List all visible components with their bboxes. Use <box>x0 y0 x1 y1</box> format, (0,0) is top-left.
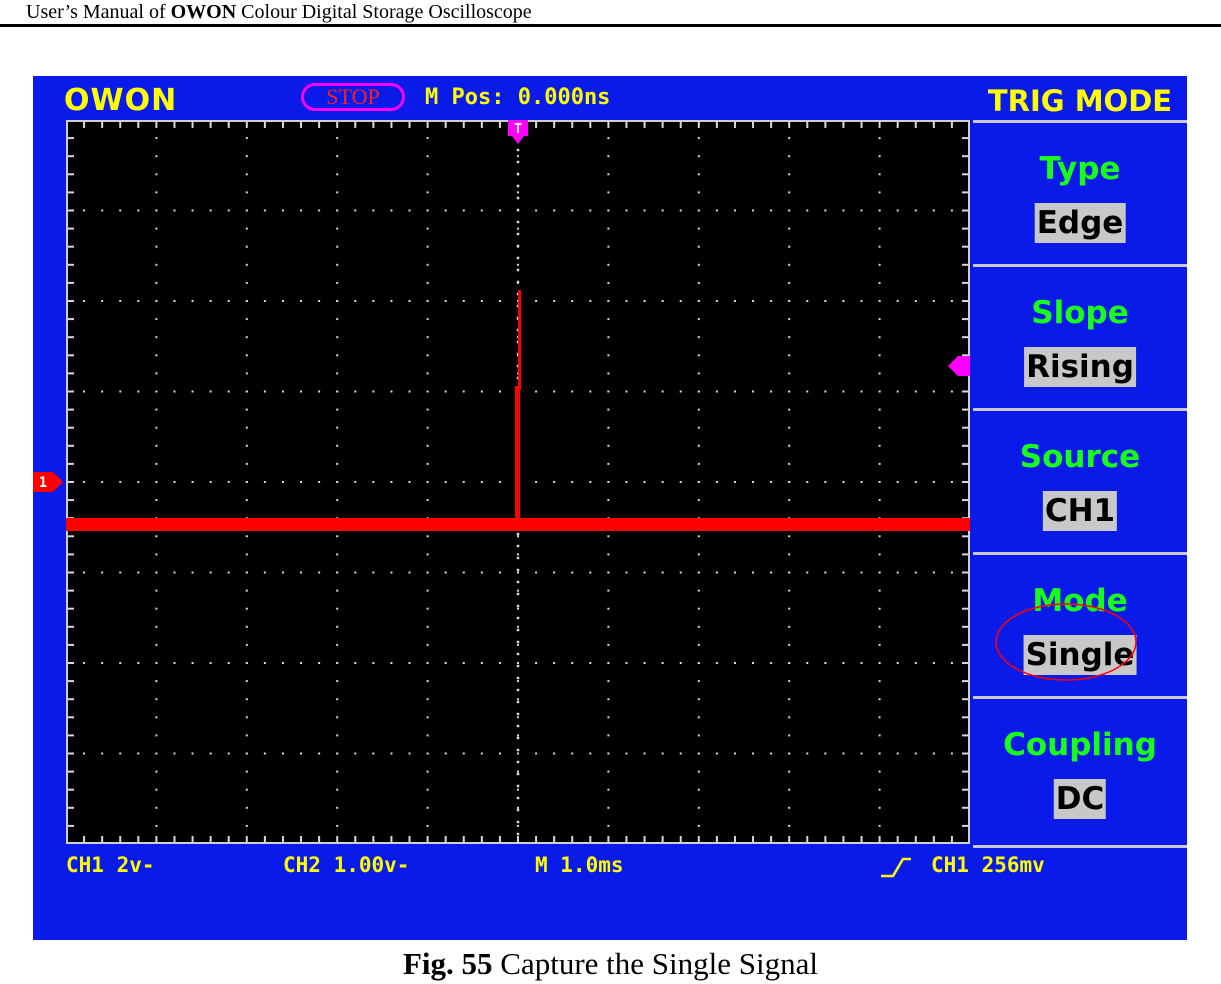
document-header-suffix: Colour Digital Storage Oscilloscope <box>236 1 532 23</box>
menu-item-label: Coupling <box>1003 727 1157 763</box>
menu-item-value: Rising <box>1024 347 1136 387</box>
ch1-scale-readout: CH1 2v- <box>66 853 155 877</box>
trigger-readout: CH1 256mv <box>931 853 1045 877</box>
trigger-position-label: T <box>514 122 522 137</box>
ch1-waveform <box>66 290 970 531</box>
figure-caption: Fig. 55 Capture the Single Signal <box>0 946 1221 982</box>
oscilloscope-screen: OWON STOP M Pos: 0.000ns T 1 TRIG MODE T… <box>33 76 1187 940</box>
trigger-position-marker: T <box>508 120 528 144</box>
figure-number: Fig. 55 <box>402 946 493 981</box>
waveform-display: T <box>66 120 970 844</box>
waveform-grid-svg: T <box>66 120 970 844</box>
menu-item-coupling[interactable]: Coupling DC <box>973 696 1187 848</box>
ch2-scale-readout: CH2 1.00v- <box>283 853 410 877</box>
menu-item-type[interactable]: Type Edge <box>973 120 1187 265</box>
channel-marker-label: 1 <box>39 475 47 491</box>
trigger-level-marker <box>948 356 970 376</box>
horizontal-position-readout: M Pos: 0.000ns <box>425 85 611 110</box>
ch1-pulse-spike <box>518 290 521 390</box>
document-header-brand: OWON <box>170 1 237 23</box>
menu-item-label: Slope <box>1031 295 1129 331</box>
menu-item-value: DC <box>1053 779 1107 819</box>
document-header-prefix: User’s Manual of <box>26 1 171 23</box>
menu-item-source[interactable]: Source CH1 <box>973 408 1187 553</box>
menu-title: TRIG MODE <box>987 84 1173 118</box>
menu-item-mode[interactable]: Mode Single <box>973 552 1187 697</box>
rising-edge-icon <box>881 857 911 878</box>
menu-item-value: Edge <box>1034 203 1126 243</box>
header-rule <box>0 24 1221 27</box>
trig-mode-menu: TRIG MODE Type Edge Slope Rising Source … <box>973 76 1187 848</box>
figure-caption-text: Capture the Single Signal <box>492 946 819 981</box>
document-header: User’s Manual of OWON Colour Digital Sto… <box>26 0 532 24</box>
menu-item-label: Source <box>1019 439 1141 475</box>
channel-marker[interactable]: 1 <box>33 472 63 492</box>
ch1-pulse-lower <box>515 386 520 520</box>
menu-item-label: Type <box>1039 151 1121 187</box>
run-state-badge[interactable]: STOP <box>301 83 405 111</box>
timebase-readout: M 1.0ms <box>535 853 624 877</box>
mode-highlight-ellipse <box>995 603 1137 681</box>
menu-item-slope[interactable]: Slope Rising <box>973 264 1187 409</box>
menu-item-value: CH1 <box>1042 491 1118 531</box>
scope-brand-logo: OWON <box>64 83 178 118</box>
